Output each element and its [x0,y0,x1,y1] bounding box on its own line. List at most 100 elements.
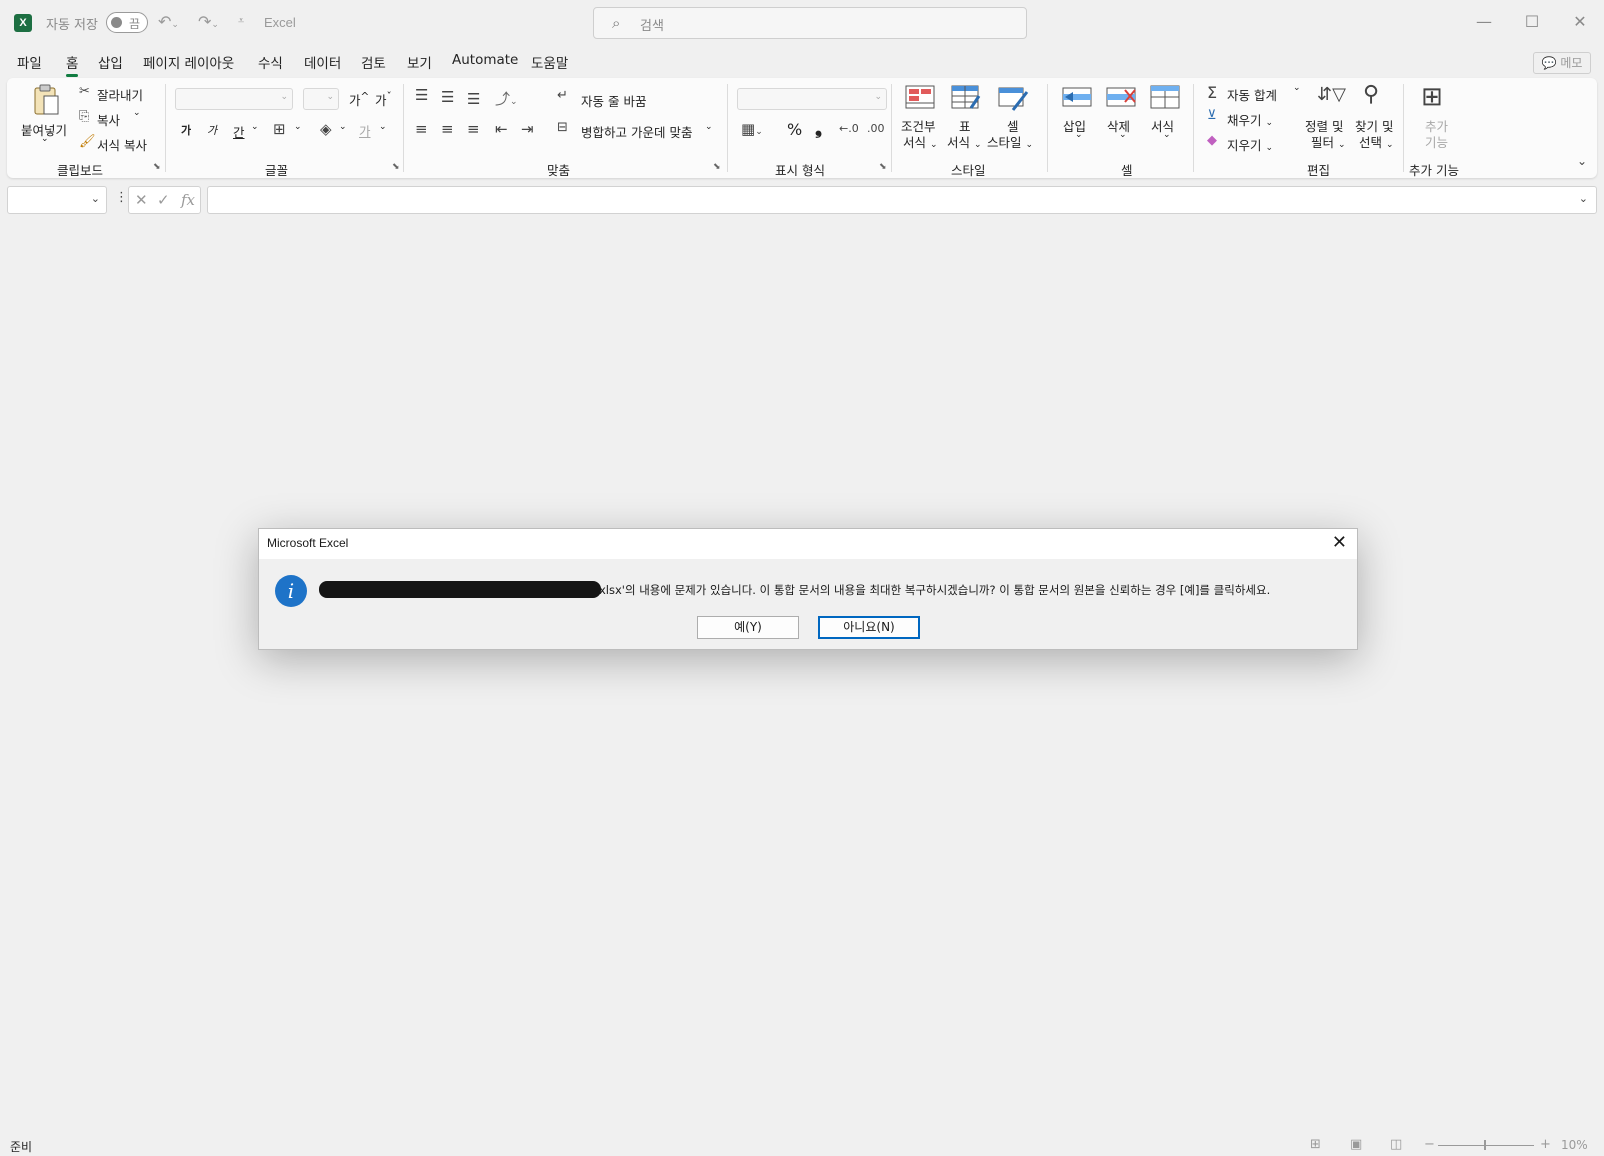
clipboard-launcher-icon[interactable]: ⬊ [153,162,161,172]
underline-button[interactable]: 간 [233,122,245,141]
insert-cells-icon [1061,84,1092,112]
align-right-icon[interactable]: ≡ [467,120,480,138]
tab-automate[interactable]: Automate [452,52,518,68]
maximize-icon[interactable]: ☐ [1520,10,1544,34]
align-top-icon[interactable]: ☰ [415,86,428,104]
minimize-icon[interactable]: — [1472,10,1496,34]
delete-chevron-icon[interactable]: ⌄ [1119,130,1127,140]
font-size-dropdown[interactable]: ⌄ [303,88,339,110]
tab-view[interactable]: 보기 [407,52,432,72]
zoom-slider[interactable] [1438,1145,1534,1146]
find-select-button-line2[interactable]: 선택 ⌄ [1359,132,1394,151]
collapse-ribbon-icon[interactable]: ⌄ [1577,154,1587,168]
number-launcher-icon[interactable]: ⬊ [879,162,887,172]
close-icon[interactable]: ✕ [1332,532,1347,553]
formula-input[interactable]: ⌄ [207,186,1597,214]
border-icon[interactable]: ⊞ [273,120,286,138]
addins-button-line2[interactable]: 기능 [1425,132,1448,151]
merge-chevron-icon[interactable]: ⌄ [705,122,713,132]
format-as-table-button-line2[interactable]: 서식 ⌄ [947,132,982,151]
cut-button[interactable]: 잘라내기 [97,85,143,104]
copy-chevron-icon[interactable]: ⌄ [133,108,141,118]
fill-chevron-icon[interactable]: ⌄ [339,122,347,132]
normal-view-icon[interactable]: ⊞ [1310,1137,1321,1152]
align-bottom-icon[interactable]: ☰ [467,90,480,108]
font-color-chevron-icon[interactable]: ⌄ [379,122,387,132]
autosave-toggle[interactable]: 끔 [106,12,148,33]
memo-button[interactable]: 💬 메모 [1533,52,1591,74]
insert-chevron-icon[interactable]: ⌄ [1075,130,1083,140]
tab-page-layout[interactable]: 페이지 레이아웃 [143,52,234,72]
more-options-icon[interactable]: ⋮ [115,190,128,205]
font-shrink-button[interactable]: 가ˇ [375,90,392,109]
alignment-launcher-icon[interactable]: ⬊ [713,162,721,172]
bold-button[interactable]: 가 [181,122,191,138]
zoom-slider-thumb[interactable] [1484,1140,1486,1150]
wrap-text-button[interactable]: 자동 줄 바꿈 [581,91,646,110]
currency-icon[interactable]: ▦⌄ [741,120,763,138]
border-chevron-icon[interactable]: ⌄ [294,122,302,132]
increase-decimal-icon[interactable]: ←.0 [839,122,859,135]
decrease-indent-icon[interactable]: ⇤ [495,120,508,138]
number-format-dropdown[interactable]: ⌄ [737,88,887,110]
clipboard-group-label: 클립보드 [57,163,104,178]
insert-function-icon[interactable]: fx [181,191,195,209]
undo-icon[interactable]: ↶⌄ [158,12,179,31]
merge-center-button[interactable]: 병합하고 가운데 맞춤 [581,122,692,141]
enter-icon[interactable]: ✓ [157,191,170,209]
fill-button[interactable]: 채우기 ⌄ [1227,110,1273,129]
customize-toolbar-icon[interactable]: ⩡ [238,14,244,28]
clear-button[interactable]: 지우기 ⌄ [1227,135,1273,154]
page-break-view-icon[interactable]: ◫ [1390,1137,1402,1152]
align-middle-icon[interactable]: ☰ [441,88,454,106]
addins-icon: ⊞ [1421,82,1443,112]
comma-button[interactable]: ❟ [815,118,822,139]
tab-review[interactable]: 검토 [361,52,386,72]
italic-button[interactable]: 가 [207,122,217,138]
format-chevron-icon[interactable]: ⌄ [1163,130,1171,140]
align-center-icon[interactable]: ≡ [441,120,454,138]
excel-logo-icon: X [14,14,32,32]
autosum-button[interactable]: 자동 합계 [1227,85,1277,104]
copy-button[interactable]: 복사 [97,110,120,129]
zoom-level[interactable]: 10% [1561,1138,1588,1152]
increase-indent-icon[interactable]: ⇥ [521,120,534,138]
zoom-in-icon[interactable]: + [1540,1137,1551,1152]
chevron-down-icon: ⌄ [280,92,288,102]
cancel-icon[interactable]: ✕ [135,191,148,209]
autosum-chevron-icon[interactable]: ⌄ [1293,83,1301,93]
no-button[interactable]: 아니요(N) [818,616,920,639]
fill-color-icon[interactable]: ◈ [320,120,332,138]
font-launcher-icon[interactable]: ⬊ [392,162,400,172]
clear-icon: ◆ [1207,133,1217,148]
tab-formulas[interactable]: 수식 [258,52,283,72]
font-color-button[interactable]: 가 [359,121,371,140]
format-painter-button[interactable]: 서식 복사 [97,135,147,154]
name-box[interactable]: ⌄ [7,186,107,214]
redo-icon[interactable]: ↷⌄ [198,12,219,31]
font-name-dropdown[interactable]: ⌄ [175,88,293,110]
paste-icon[interactable] [31,84,61,115]
zoom-out-icon[interactable]: − [1424,1137,1435,1152]
font-grow-button[interactable]: 가^ [349,90,369,109]
decrease-decimal-icon[interactable]: .00 [867,122,885,135]
sort-filter-button-line2[interactable]: 필터 ⌄ [1311,132,1346,151]
separator [727,84,728,172]
close-icon[interactable]: ✕ [1568,10,1592,34]
orientation-icon[interactable]: ⤴⌄ [495,88,518,109]
search-box[interactable]: ⌕ 검색 [593,7,1027,39]
yes-button[interactable]: 예(Y) [697,616,799,639]
underline-chevron-icon[interactable]: ⌄ [251,122,259,132]
tab-help[interactable]: 도움말 [531,52,568,72]
align-left-icon[interactable]: ≡ [415,120,428,138]
tab-data[interactable]: 데이터 [304,52,341,72]
tab-home[interactable]: 홈 [66,52,79,77]
page-layout-view-icon[interactable]: ▣ [1350,1137,1362,1152]
cell-styles-button-line2[interactable]: 스타일 ⌄ [987,132,1033,151]
paste-chevron-icon[interactable]: ⌄ [41,134,49,144]
conditional-format-button-line2[interactable]: 서식 ⌄ [903,132,938,151]
tab-insert[interactable]: 삽입 [98,52,123,72]
tab-file[interactable]: 파일 [17,52,42,72]
ribbon: 붙여넣기 ⌄ ✂ 잘라내기 ⎘ 복사 ⌄ 🖌 서식 복사 클립보드 ⬊ ⌄ ⌄ … [7,78,1597,178]
percent-button[interactable]: % [787,120,802,139]
